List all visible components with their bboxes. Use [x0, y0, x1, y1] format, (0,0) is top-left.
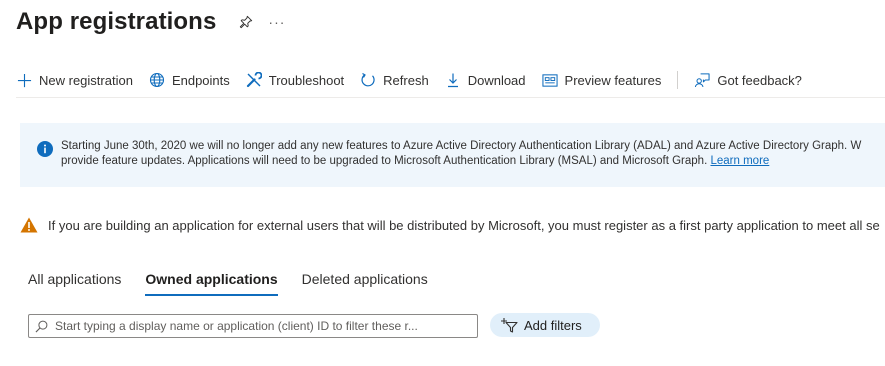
tab-deleted-applications[interactable]: Deleted applications — [302, 267, 428, 297]
search-box — [28, 314, 478, 338]
refresh-button[interactable]: Refresh — [360, 66, 429, 94]
filter-search-input[interactable] — [55, 319, 465, 333]
add-filter-icon — [500, 317, 518, 333]
download-button[interactable]: Download — [445, 66, 526, 94]
download-icon — [445, 72, 461, 88]
tab-owned-applications[interactable]: Owned applications — [145, 267, 278, 297]
refresh-label: Refresh — [383, 72, 429, 88]
preview-features-button[interactable]: Preview features — [541, 66, 662, 94]
toolbar-divider — [677, 71, 679, 89]
info-banner-line-1: Starting June 30th, 2020 we will no long… — [61, 140, 862, 152]
info-banner-line-2-text: provide feature updates. Applications wi… — [61, 155, 708, 167]
title-row: App registrations ··· — [16, 6, 285, 38]
info-banner: Starting June 30th, 2020 we will no long… — [20, 123, 885, 187]
new-registration-button[interactable]: New registration — [16, 66, 133, 94]
refresh-icon — [360, 72, 376, 88]
endpoints-label: Endpoints — [171, 72, 230, 88]
endpoints-button[interactable]: Endpoints — [149, 66, 230, 94]
troubleshoot-label: Troubleshoot — [268, 72, 345, 88]
preview-features-icon — [541, 72, 558, 88]
warning-banner-text: If you are building an application for e… — [48, 217, 880, 233]
download-label: Download — [467, 72, 526, 88]
command-bar: New registration Endpoints Troubleshoot … — [16, 66, 818, 94]
plus-icon — [16, 72, 32, 88]
info-banner-text: Starting June 30th, 2020 we will no long… — [61, 139, 885, 169]
warning-icon — [20, 217, 38, 233]
warning-banner: If you are building an application for e… — [20, 215, 885, 235]
pin-icon[interactable] — [238, 14, 254, 30]
globe-icon — [149, 72, 165, 88]
new-registration-label: New registration — [39, 72, 133, 88]
wrench-icon — [246, 72, 262, 88]
add-filters-label: Add filters — [524, 317, 582, 333]
toolbar-divider-line — [16, 97, 885, 98]
tab-all-applications[interactable]: All applications — [28, 267, 121, 297]
search-icon — [35, 319, 49, 333]
troubleshoot-button[interactable]: Troubleshoot — [246, 66, 344, 94]
page-title: App registrations — [16, 8, 217, 35]
more-options-icon[interactable]: ··· — [268, 14, 285, 30]
info-banner-line-2: provide feature updates. Applications wi… — [61, 154, 885, 169]
feedback-icon — [694, 72, 710, 88]
got-feedback-label: Got feedback? — [717, 72, 802, 88]
got-feedback-button[interactable]: Got feedback? — [694, 66, 802, 94]
add-filters-button[interactable]: Add filters — [490, 313, 600, 337]
info-icon — [37, 141, 53, 157]
learn-more-link[interactable]: Learn more — [710, 155, 769, 167]
application-tabs: All applications Owned applications Dele… — [28, 267, 452, 297]
preview-features-label: Preview features — [564, 72, 662, 88]
